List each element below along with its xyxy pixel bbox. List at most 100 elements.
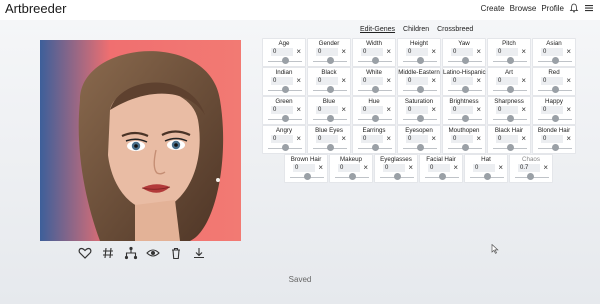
reset-icon[interactable]: ×: [386, 47, 391, 56]
gene-value-input[interactable]: [541, 135, 563, 143]
gene-value-input[interactable]: [406, 48, 428, 56]
slider-handle[interactable]: [551, 144, 559, 151]
gene-value-input[interactable]: [496, 135, 518, 143]
reset-icon[interactable]: ×: [386, 76, 391, 85]
slider-handle[interactable]: [506, 57, 514, 64]
reset-icon[interactable]: ×: [476, 76, 481, 85]
slider-handle[interactable]: [438, 173, 446, 180]
reset-icon[interactable]: ×: [318, 163, 323, 172]
slider-handle[interactable]: [371, 86, 379, 93]
slider-handle[interactable]: [527, 173, 534, 180]
heart-icon[interactable]: [78, 246, 92, 260]
gene-value-input[interactable]: [518, 164, 540, 172]
reset-icon[interactable]: ×: [341, 47, 346, 56]
slider-handle[interactable]: [371, 57, 379, 64]
gene-value-input[interactable]: [451, 135, 473, 143]
reset-icon[interactable]: ×: [341, 76, 346, 85]
gene-value-input[interactable]: [406, 77, 428, 85]
gene-value-input[interactable]: [361, 135, 383, 143]
gene-value-input[interactable]: [428, 164, 450, 172]
gene-value-input[interactable]: [496, 48, 518, 56]
reset-icon[interactable]: ×: [566, 76, 571, 85]
slider-handle[interactable]: [416, 144, 424, 151]
gene-value-input[interactable]: [406, 106, 428, 114]
gene-value-input[interactable]: [361, 106, 383, 114]
gene-value-input[interactable]: [338, 164, 360, 172]
slider-handle[interactable]: [461, 57, 469, 64]
slider-handle[interactable]: [326, 57, 334, 64]
gene-value-input[interactable]: [316, 77, 338, 85]
tab-edit-genes[interactable]: Edit-Genes: [360, 26, 395, 33]
gene-value-input[interactable]: [406, 135, 428, 143]
reset-icon[interactable]: ×: [566, 47, 571, 56]
reset-icon[interactable]: ×: [296, 76, 301, 85]
gene-value-input[interactable]: [451, 48, 473, 56]
slider-handle[interactable]: [326, 86, 334, 93]
slider-handle[interactable]: [281, 144, 289, 151]
slider-handle[interactable]: [461, 144, 469, 151]
reset-icon[interactable]: ×: [476, 105, 481, 114]
slider-handle[interactable]: [348, 173, 356, 180]
reset-icon[interactable]: ×: [408, 163, 413, 172]
reset-icon[interactable]: ×: [476, 134, 481, 143]
reset-icon[interactable]: ×: [386, 105, 391, 114]
gene-value-input[interactable]: [451, 77, 473, 85]
slider-handle[interactable]: [551, 57, 559, 64]
reset-icon[interactable]: ×: [341, 105, 346, 114]
slider-handle[interactable]: [371, 115, 379, 122]
slider-handle[interactable]: [506, 144, 514, 151]
gene-value-input[interactable]: [361, 48, 383, 56]
gene-value-input[interactable]: [541, 77, 563, 85]
gene-value-input[interactable]: [541, 48, 563, 56]
reset-icon[interactable]: ×: [341, 134, 346, 143]
nav-profile-link[interactable]: Profile: [541, 4, 564, 13]
reset-icon[interactable]: ×: [521, 105, 526, 114]
reset-icon[interactable]: ×: [521, 134, 526, 143]
reset-icon[interactable]: ×: [521, 47, 526, 56]
gene-value-input[interactable]: [316, 135, 338, 143]
tab-crossbreed[interactable]: Crossbreed: [437, 26, 473, 33]
trash-icon[interactable]: [169, 246, 183, 260]
slider-handle[interactable]: [281, 86, 289, 93]
slider-handle[interactable]: [393, 173, 401, 180]
slider-handle[interactable]: [551, 115, 559, 122]
slider-handle[interactable]: [416, 86, 424, 93]
slider-handle[interactable]: [303, 173, 311, 180]
gene-value-input[interactable]: [293, 164, 315, 172]
slider-handle[interactable]: [281, 115, 289, 122]
slider-handle[interactable]: [551, 86, 559, 93]
family-tree-icon[interactable]: [124, 246, 138, 260]
nav-browse-link[interactable]: Browse: [510, 4, 537, 13]
gene-value-input[interactable]: [271, 48, 293, 56]
gene-value-input[interactable]: [451, 106, 473, 114]
hashtag-icon[interactable]: [101, 246, 115, 260]
slider-handle[interactable]: [371, 144, 379, 151]
reset-icon[interactable]: ×: [431, 105, 436, 114]
gene-value-input[interactable]: [496, 77, 518, 85]
download-icon[interactable]: [192, 246, 206, 260]
slider-handle[interactable]: [326, 115, 334, 122]
reset-icon[interactable]: ×: [296, 47, 301, 56]
reset-icon[interactable]: ×: [476, 47, 481, 56]
gene-value-input[interactable]: [361, 77, 383, 85]
slider-handle[interactable]: [461, 115, 469, 122]
gene-value-input[interactable]: [496, 106, 518, 114]
reset-icon[interactable]: ×: [296, 134, 301, 143]
reset-icon[interactable]: ×: [431, 76, 436, 85]
gene-value-input[interactable]: [541, 106, 563, 114]
gene-value-input[interactable]: [316, 48, 338, 56]
eye-icon[interactable]: [146, 246, 161, 260]
gene-value-input[interactable]: [473, 164, 495, 172]
reset-icon[interactable]: ×: [386, 134, 391, 143]
slider-handle[interactable]: [506, 86, 514, 93]
gene-value-input[interactable]: [271, 106, 293, 114]
slider-handle[interactable]: [506, 115, 514, 122]
reset-icon[interactable]: ×: [498, 163, 503, 172]
hamburger-menu-icon[interactable]: [584, 3, 594, 13]
gene-value-input[interactable]: [271, 77, 293, 85]
reset-icon[interactable]: ×: [543, 163, 548, 172]
slider-handle[interactable]: [483, 173, 491, 180]
reset-icon[interactable]: ×: [566, 134, 571, 143]
slider-handle[interactable]: [416, 115, 424, 122]
slider-handle[interactable]: [416, 57, 424, 64]
